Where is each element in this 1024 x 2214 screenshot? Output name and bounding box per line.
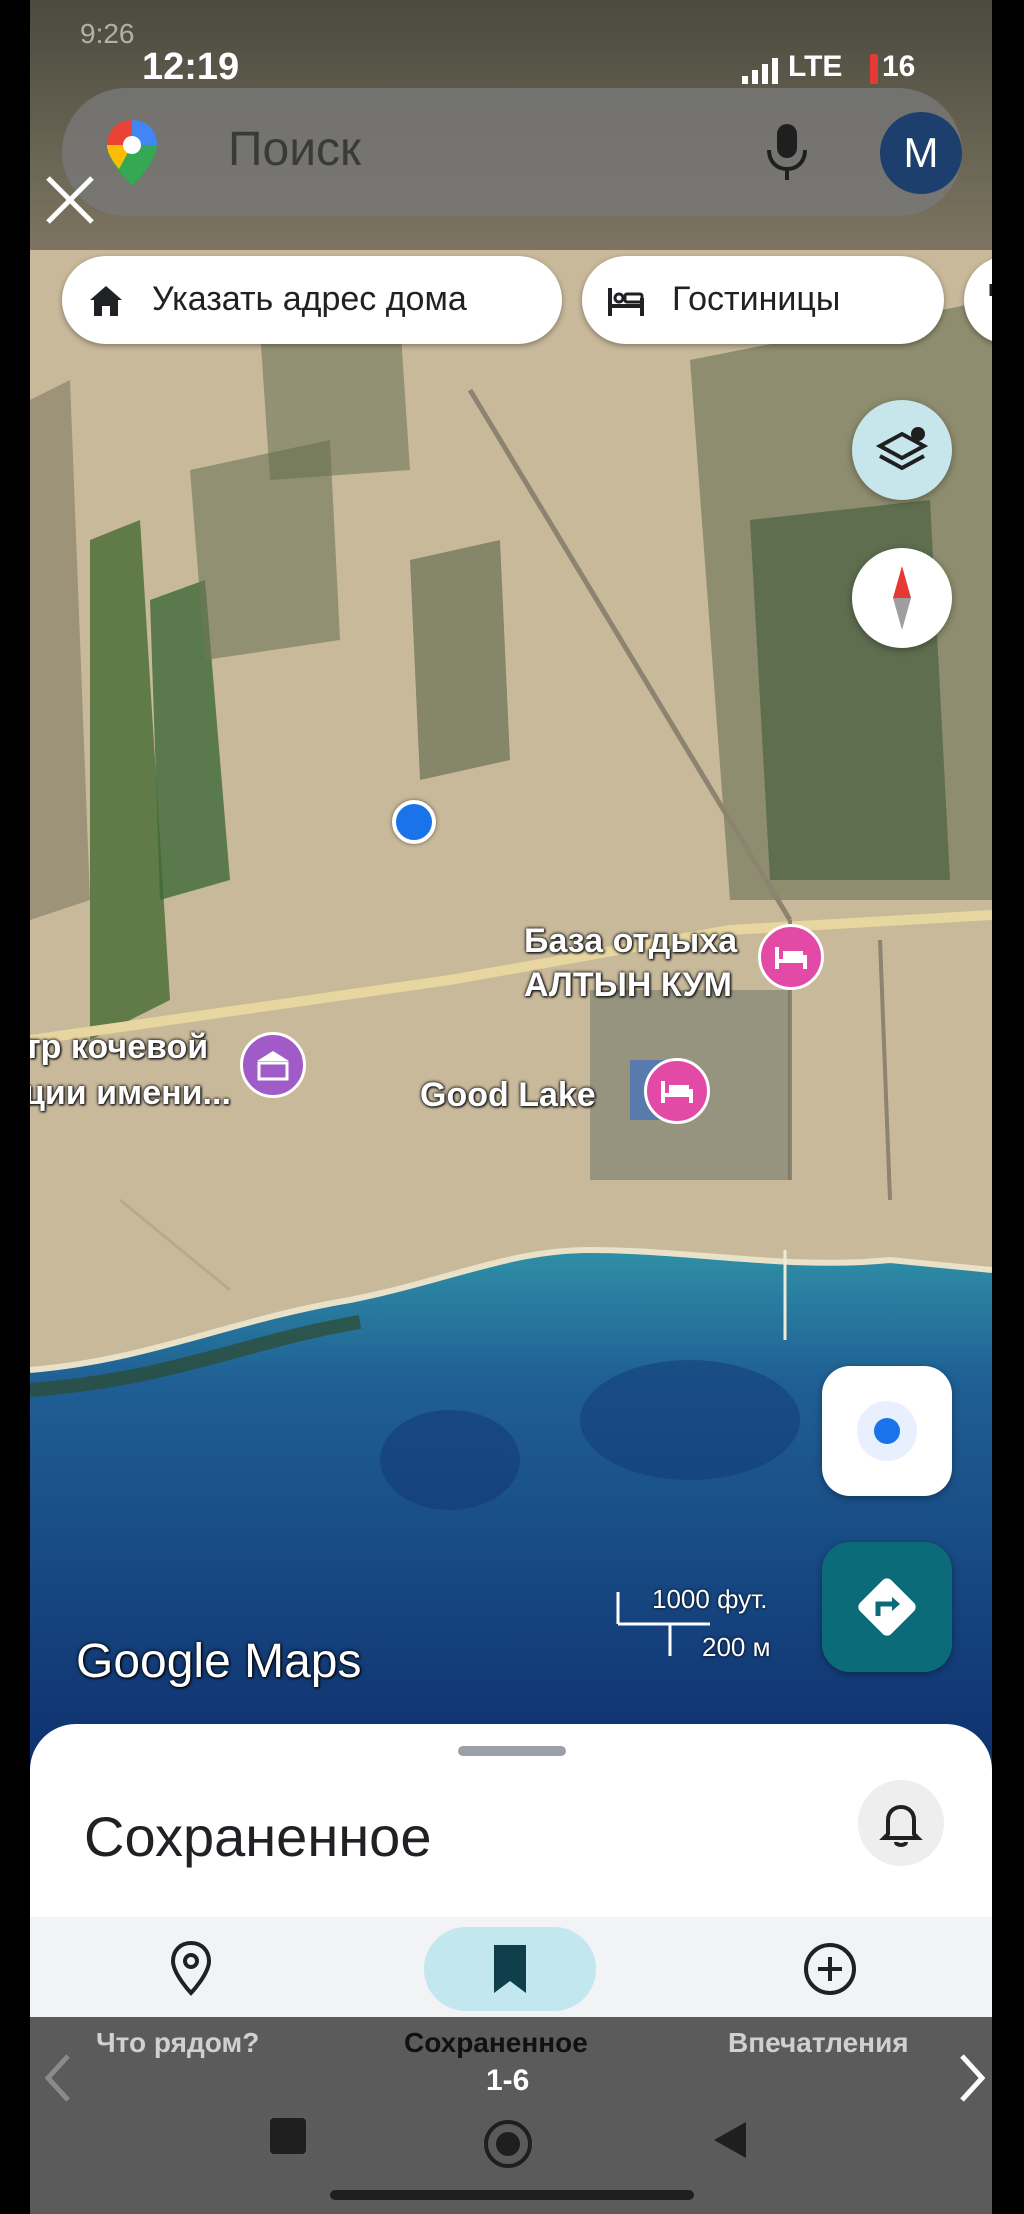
map-label-resort-line2: АЛТЫН КУМ: [524, 966, 732, 1004]
bell-icon: [879, 1804, 923, 1847]
phone-screen: 9:26 12:19 LTE 16 Поиск M Указать адрес …: [30, 0, 992, 2214]
directions-button[interactable]: [822, 1542, 952, 1672]
gesture-bar: [330, 2190, 694, 2200]
scale-imperial: 1000 фут.: [652, 1584, 768, 1614]
map-label-good-lake: Good Lake: [420, 1076, 596, 1114]
sheet-drag-handle[interactable]: [458, 1746, 566, 1756]
chip-label: Гостиницы: [672, 280, 841, 318]
scale-metric: 200 м: [702, 1632, 771, 1662]
chip-set-home-address[interactable]: Указать адрес дома: [62, 256, 562, 344]
bottom-navigation: [30, 1917, 992, 2017]
compass-button[interactable]: [852, 548, 952, 648]
recents-button[interactable]: [270, 2118, 306, 2154]
search-input[interactable]: Поиск: [228, 122, 361, 177]
microphone-icon[interactable]: [762, 120, 812, 184]
chip-hotels[interactable]: Гостиницы: [582, 256, 944, 344]
chip-label: Указать адрес дома: [152, 280, 467, 318]
sheet-title: Сохраненное: [84, 1805, 432, 1868]
status-time-faded: 9:26: [80, 18, 135, 49]
hotel-poi-marker[interactable]: [644, 1058, 710, 1124]
signal-icon: [742, 58, 778, 84]
status-bar: 9:26 12:19 LTE 16: [30, 0, 992, 90]
location-pin-icon[interactable]: [166, 1939, 216, 1999]
home-button[interactable]: [482, 2118, 534, 2170]
map-label-resort-line1: База отдыха: [524, 922, 738, 960]
chevron-left-icon[interactable]: [38, 2050, 78, 2106]
battery-level: 16: [882, 50, 916, 83]
layers-button[interactable]: [852, 400, 952, 500]
current-location-dot: [392, 800, 436, 844]
map-label-center-line2: ции имени...: [30, 1074, 231, 1112]
hotel-icon: [608, 288, 644, 316]
home-icon: [90, 286, 122, 316]
pager-count: 1-6: [486, 2064, 530, 2097]
add-circle-icon[interactable]: [802, 1941, 858, 1997]
google-maps-watermark: Google Maps: [76, 1635, 362, 1688]
my-location-icon: [857, 1401, 917, 1461]
notifications-button[interactable]: [858, 1780, 944, 1866]
compass-icon: [893, 566, 911, 630]
map-label-center-line1: тр кочевой: [30, 1028, 209, 1066]
search-bar[interactable]: Поиск M: [62, 88, 962, 216]
hotel-poi-marker[interactable]: [758, 924, 824, 990]
google-maps-logo-icon: [107, 120, 157, 186]
nav-item-saved-label[interactable]: Сохраненное: [404, 2027, 588, 2059]
back-button[interactable]: [710, 2118, 750, 2162]
battery-icon: [870, 54, 878, 84]
layers-icon: [875, 427, 929, 471]
directions-icon: [858, 1578, 916, 1636]
status-time: 12:19: [142, 46, 240, 88]
bookmark-icon[interactable]: [488, 1941, 532, 1997]
hotel-icon: [661, 1081, 693, 1103]
hotel-icon: [775, 947, 807, 969]
museum-poi-marker[interactable]: [240, 1032, 306, 1098]
museum-icon: [257, 1051, 289, 1081]
restaurant-icon: [989, 284, 992, 296]
my-location-button[interactable]: [822, 1366, 952, 1496]
chevron-right-icon[interactable]: [952, 2050, 992, 2106]
close-icon[interactable]: [44, 174, 96, 226]
account-avatar[interactable]: M: [880, 112, 962, 194]
nav-item-nearby-label[interactable]: Что рядом?: [96, 2027, 259, 2059]
nav-item-experiences-label[interactable]: Впечатления: [728, 2027, 909, 2059]
network-type: LTE: [788, 50, 843, 83]
